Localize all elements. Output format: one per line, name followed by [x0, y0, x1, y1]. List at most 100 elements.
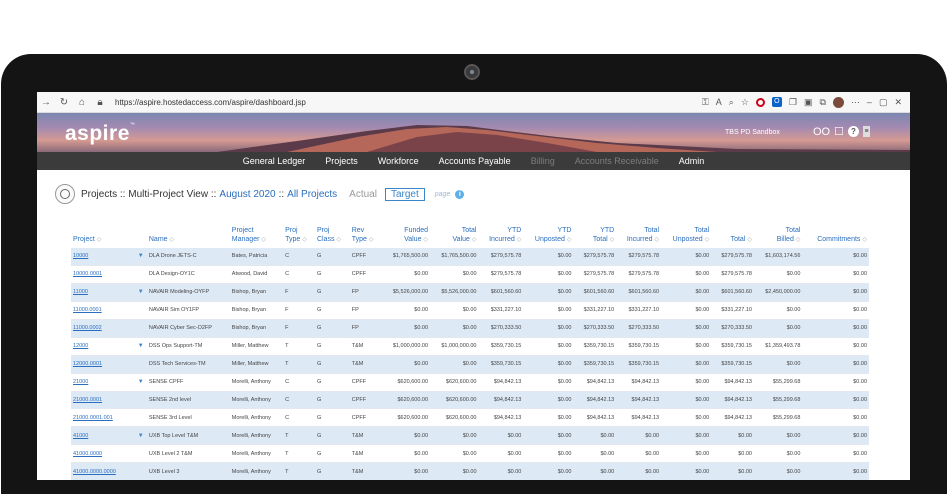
extensions-icon[interactable]: ⧉	[819, 97, 825, 108]
panel-toggle-icon[interactable]: ≡	[863, 126, 870, 137]
project-link[interactable]: 12000.0001	[71, 355, 135, 374]
reader-icon[interactable]: ▣	[804, 97, 813, 108]
table-row: 10000.0001 DLA Design-OY1C Atwood, David C G…	[71, 265, 869, 284]
expand-toggle-icon[interactable]: ▼	[134, 283, 147, 302]
target-toggle[interactable]: Target	[384, 187, 425, 201]
sort-icon[interactable]: ◇	[796, 237, 801, 243]
cell-tot: $270,333.50	[711, 319, 754, 338]
favorite-icon[interactable]: ☆	[741, 97, 749, 108]
sort-icon[interactable]: ◇	[517, 237, 522, 243]
column-header[interactable]: Name ◇	[147, 226, 230, 248]
column-header[interactable]: Rev Type ◇	[350, 226, 382, 248]
menu-item-projects[interactable]: Projects	[315, 156, 368, 166]
cell-tot: $0.00	[711, 444, 754, 464]
project-link[interactable]: 10000.0001	[71, 265, 135, 284]
opera-icon[interactable]	[755, 97, 765, 107]
project-link[interactable]: 11000.0001	[71, 301, 135, 320]
aspire-logo[interactable]: aspire™	[65, 122, 135, 146]
actual-toggle[interactable]: Actual	[349, 189, 377, 200]
sort-icon[interactable]: ◇	[423, 237, 428, 243]
sort-icon[interactable]: ◇	[654, 237, 659, 243]
project-link[interactable]: 21000.0001.001	[71, 408, 135, 428]
column-header[interactable]: Proj Type ◇	[283, 226, 315, 248]
sort-icon[interactable]: ◇	[610, 237, 615, 243]
column-header[interactable]: YTD Total ◇	[573, 226, 616, 248]
project-link[interactable]: 21000.0001	[71, 391, 135, 410]
cell-ytd-inc: $0.00	[478, 426, 524, 446]
edit-icon[interactable]: ☐	[834, 125, 844, 138]
sort-icon[interactable]: ◇	[97, 237, 102, 243]
project-link[interactable]: 41000.0000.0000	[71, 462, 135, 480]
cell-total: $0.00	[430, 444, 479, 464]
expand-toggle-icon[interactable]: ▼	[134, 373, 147, 392]
expand-toggle-icon[interactable]: ▼	[134, 248, 147, 266]
expand-toggle-icon[interactable]: ▼	[134, 426, 147, 446]
outlook-icon[interactable]: O	[771, 97, 782, 107]
sort-icon[interactable]: ◇	[567, 237, 572, 243]
sort-icon[interactable]: ◇	[261, 237, 266, 243]
column-header[interactable]: Total Billed ◇	[754, 226, 802, 248]
column-header[interactable]: Commitments ◇	[802, 226, 869, 248]
column-header[interactable]: Total ◇	[711, 226, 754, 248]
project-link[interactable]: 21000	[71, 373, 135, 392]
glasses-icon[interactable]: OO	[813, 126, 830, 138]
menu-item-accounts-payable[interactable]: Accounts Payable	[429, 156, 521, 166]
month-selector[interactable]: August 2020	[219, 189, 275, 200]
page-info-icon[interactable]: i	[455, 189, 465, 199]
expand-toggle-icon[interactable]: ▼	[134, 337, 147, 356]
column-header[interactable]: YTD Unposted ◇	[523, 226, 573, 248]
menu-item-workforce[interactable]: Workforce	[368, 156, 429, 166]
home-icon[interactable]: ⌂	[73, 97, 91, 108]
cell-cls: G	[315, 408, 350, 428]
column-header[interactable]: Total Value ◇	[430, 226, 478, 248]
back-icon[interactable]: →	[37, 97, 55, 108]
minimize-icon[interactable]: –	[867, 97, 872, 107]
restore-icon[interactable]: ▢	[879, 97, 888, 108]
sort-icon[interactable]: ◇	[170, 237, 175, 243]
profile-avatar[interactable]	[832, 96, 844, 108]
address-bar[interactable]: https://aspire.hostedaccess.com/aspire/d…	[115, 98, 306, 107]
column-header[interactable]: Total Incurred ◇	[616, 226, 661, 248]
menu-dots-icon[interactable]: ⋯	[851, 97, 860, 108]
sort-icon[interactable]: ◇	[747, 237, 752, 243]
cell-rev: CPFF	[349, 373, 382, 392]
cell-name: SENSE CPFF	[146, 373, 230, 392]
sort-icon[interactable]: ◇	[862, 237, 867, 243]
sort-icon[interactable]: ◇	[302, 237, 307, 243]
cell-ytd-inc: $601,560.60	[478, 283, 524, 302]
sort-icon[interactable]: ◇	[472, 237, 477, 243]
column-header[interactable]: Project ◇	[71, 226, 135, 248]
menu-item-general-ledger[interactable]: General Ledger	[233, 156, 316, 166]
cell-tot-inc: $94,842.13	[616, 391, 662, 410]
column-header[interactable]: Total Unposted ◇	[661, 226, 711, 248]
column-header[interactable]: Funded Value ◇	[382, 226, 430, 248]
project-link[interactable]: 10000	[71, 248, 135, 266]
sort-icon[interactable]: ◇	[369, 237, 374, 243]
cell-mgr: Bishop, Bryan	[229, 319, 284, 338]
project-link[interactable]: 12000	[71, 337, 135, 356]
collections-icon[interactable]: ❐	[789, 97, 797, 108]
header-icons: OO ☐ ? ≡	[813, 125, 870, 138]
sort-icon[interactable]: ◇	[705, 237, 710, 243]
zoom-icon[interactable]: ⌕	[729, 97, 734, 108]
column-header[interactable]: Proj Class ◇	[315, 226, 350, 248]
browser-toolbar: → ↻ ⌂ 🔒︎ https://aspire.hostedaccess.com…	[37, 92, 910, 113]
refresh-icon[interactable]: ↻	[55, 97, 73, 108]
close-icon[interactable]: ✕	[894, 97, 902, 108]
sort-icon[interactable]: ◇	[336, 237, 341, 243]
project-link[interactable]: 11000.0002	[71, 319, 135, 338]
cell-name: DLA Design-OY1C	[146, 265, 230, 284]
column-header[interactable]: YTD Incurred ◇	[479, 226, 524, 248]
all-projects-link[interactable]: All Projects	[287, 189, 337, 200]
project-link[interactable]: 41000	[71, 426, 135, 446]
read-aloud-icon[interactable]: A	[716, 97, 722, 107]
cell-tot-inc: $0.00	[616, 462, 662, 480]
project-link[interactable]: 41000.0000	[71, 444, 135, 464]
column-header[interactable]: Project Manager ◇	[230, 226, 283, 248]
header-line-2: Total	[730, 236, 746, 243]
key-icon[interactable]: ⚿	[702, 97, 709, 108]
menu-item-admin[interactable]: Admin	[669, 156, 715, 166]
help-icon[interactable]: ?	[848, 126, 859, 137]
cell-mgr: Morelli, Anthony	[229, 426, 284, 446]
project-link[interactable]: 11000	[71, 283, 135, 302]
